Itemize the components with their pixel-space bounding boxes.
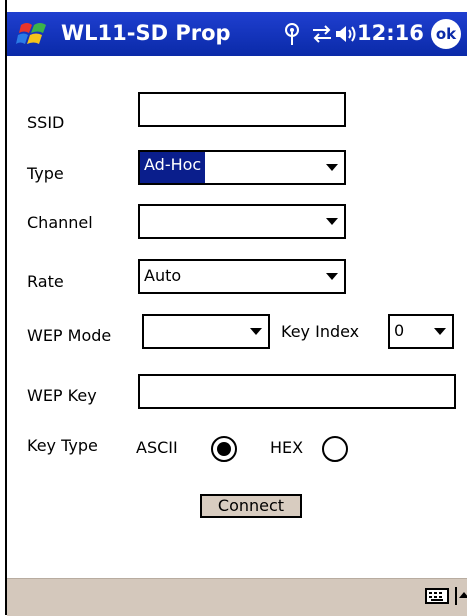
hex-option-label: HEX <box>270 438 304 457</box>
chevron-down-icon <box>434 328 446 335</box>
key-type-label: Key Type <box>27 436 98 455</box>
channel-select[interactable] <box>138 204 346 239</box>
wep-key-label: WEP Key <box>27 386 97 405</box>
antenna-icon[interactable] <box>279 21 305 47</box>
window-title: WL11-SD Prop <box>61 21 231 45</box>
rate-select[interactable]: Auto <box>138 259 346 294</box>
rate-label: Rate <box>27 272 64 291</box>
ascii-option-label: ASCII <box>136 438 178 457</box>
type-selected-value: Ad-Hoc <box>140 152 206 183</box>
wep-mode-label: WEP Mode <box>27 326 112 345</box>
chevron-down-icon <box>326 273 338 280</box>
keyboard-icon[interactable] <box>425 587 449 605</box>
title-bar: WL11-SD Prop 12:16 ok <box>7 12 467 56</box>
ok-button[interactable]: ok <box>431 19 461 49</box>
type-select[interactable]: Ad-Hoc <box>138 150 346 185</box>
ssid-label: SSID <box>27 113 65 132</box>
ssid-input[interactable] <box>138 92 346 127</box>
menu-bar <box>7 578 467 616</box>
key-index-select[interactable]: 0 <box>388 314 454 349</box>
key-index-label: Key Index <box>281 322 360 341</box>
chevron-down-icon <box>326 164 338 171</box>
wep-key-input[interactable] <box>138 374 456 409</box>
sip-up-arrow-icon[interactable] <box>455 587 467 605</box>
screen-edge <box>5 0 7 615</box>
windows-flag-icon[interactable] <box>15 19 53 49</box>
channel-label: Channel <box>27 213 93 232</box>
hex-radio[interactable] <box>322 436 348 462</box>
connect-button[interactable]: Connect <box>200 494 302 518</box>
clock[interactable]: 12:16 <box>357 21 424 45</box>
chevron-down-icon <box>326 218 338 225</box>
speaker-icon[interactable] <box>332 21 358 47</box>
type-label: Type <box>27 164 64 183</box>
device-screen: WL11-SD Prop 12:16 ok SSID Type Ad-Hoc C… <box>0 0 467 616</box>
wep-mode-select[interactable] <box>142 314 270 349</box>
ascii-radio[interactable] <box>211 436 237 462</box>
key-index-selected-value: 0 <box>394 321 405 340</box>
rate-selected-value: Auto <box>144 266 182 285</box>
chevron-down-icon <box>250 328 262 335</box>
